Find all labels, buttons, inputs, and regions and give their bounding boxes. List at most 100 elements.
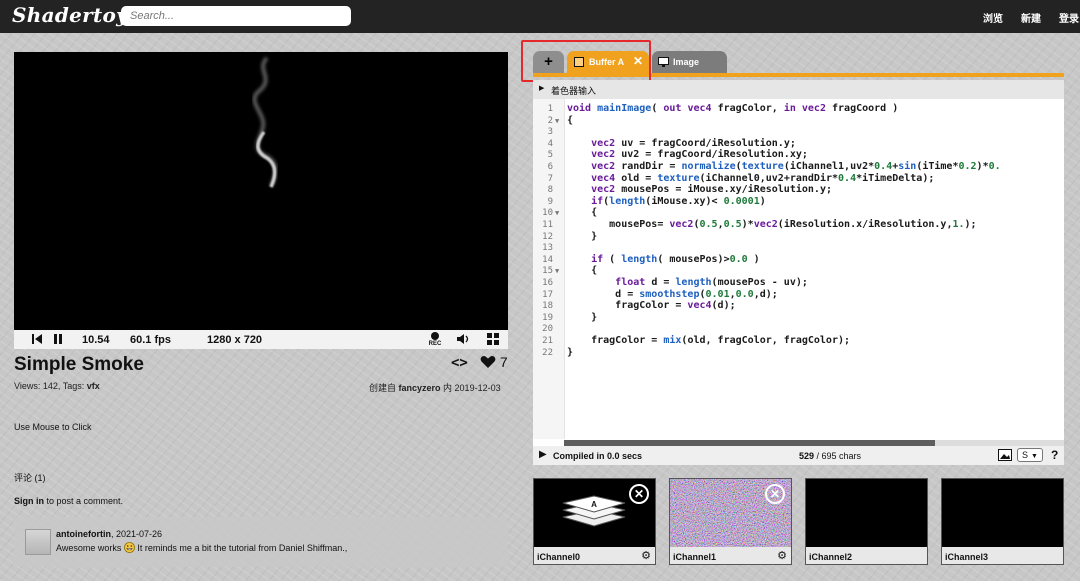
code-line[interactable]: 14 if ( length( mousePos)>0.0 ) bbox=[533, 254, 1064, 266]
tag-link[interactable]: vfx bbox=[87, 381, 100, 391]
compile-status: Compiled in 0.0 secs bbox=[553, 451, 643, 461]
channel-1[interactable]: ✕ iChannel1 ⚙ bbox=[669, 478, 792, 565]
logo[interactable]: Shadertoy bbox=[12, 3, 128, 27]
font-size-select[interactable]: S ▼ bbox=[1017, 448, 1043, 462]
code-text: { bbox=[567, 207, 598, 219]
code-line[interactable]: 11 mousePos= vec2(0.5,0.5)*vec2(iResolut… bbox=[533, 219, 1064, 231]
gear-icon[interactable]: ⚙ bbox=[777, 549, 787, 562]
fold-arrow-icon[interactable]: ▼ bbox=[555, 115, 559, 127]
shader-inputs-label: 着色器输入 bbox=[551, 86, 597, 96]
fullscreen-icon[interactable] bbox=[487, 333, 499, 345]
comment-meta: antoinefortin, 2021-07-26 bbox=[56, 529, 162, 539]
line-number: 19 bbox=[542, 312, 553, 323]
close-channel-0-icon[interactable]: ✕ bbox=[629, 484, 649, 504]
code-text: fragColor = mix(old, fragColor, fragColo… bbox=[591, 335, 851, 346]
channel-2[interactable]: iChannel2 bbox=[805, 478, 928, 565]
code-line[interactable]: 18 fragColor = vec4(d); bbox=[533, 300, 1064, 312]
code-text: if(length(iMouse.xy)< 0.0001) bbox=[591, 195, 766, 207]
author-link[interactable]: fancyzero bbox=[399, 383, 441, 393]
comment-user[interactable]: antoinefortin bbox=[56, 529, 111, 539]
code-line[interactable]: 12 } bbox=[533, 231, 1064, 243]
code-text: { bbox=[567, 114, 574, 126]
grin-emoji-icon bbox=[123, 542, 135, 555]
time-display: 10.54 bbox=[82, 334, 110, 346]
search-input[interactable] bbox=[121, 6, 351, 26]
line-number: 22 bbox=[542, 347, 553, 358]
gear-icon[interactable]: ⚙ bbox=[641, 549, 651, 562]
code-line[interactable]: 1 void mainImage( out vec4 fragColor, in … bbox=[533, 103, 1064, 115]
code-line[interactable]: 9 if(length(iMouse.xy)< 0.0001) bbox=[533, 196, 1064, 208]
nav-signin[interactable]: 登录 bbox=[1059, 10, 1079, 25]
char-count: 529 / 695 chars bbox=[799, 451, 861, 461]
code-icon[interactable]: <> bbox=[451, 355, 468, 371]
code-text: if ( length( mousePos)>0.0 ) bbox=[591, 253, 760, 265]
code-line[interactable]: 4 vec2 uv = fragCoord/iResolution.y; bbox=[533, 138, 1064, 150]
fps-display: 60.1 fps bbox=[130, 334, 171, 346]
nav-browse[interactable]: 浏览 bbox=[983, 10, 1003, 25]
line-number: 6 bbox=[547, 162, 553, 172]
tab-image[interactable]: Image bbox=[652, 51, 727, 74]
code-line[interactable]: 20 bbox=[533, 323, 1064, 335]
record-button[interactable]: REC bbox=[427, 331, 443, 347]
shader-meta: Views: 142, Tags: vfx bbox=[14, 381, 100, 391]
close-channel-1-icon[interactable]: ✕ bbox=[765, 484, 785, 504]
line-number: 12 bbox=[542, 231, 553, 242]
char-count-value: 529 bbox=[799, 451, 815, 461]
code-editor[interactable]: 1 void mainImage( out vec4 fragColor, in … bbox=[533, 99, 1064, 446]
likes[interactable]: 7 bbox=[480, 354, 508, 370]
comment-date: , 2021-07-26 bbox=[111, 529, 163, 539]
code-line[interactable]: 10 ▼ { bbox=[533, 207, 1064, 219]
shader-canvas[interactable] bbox=[14, 52, 508, 330]
pause-icon[interactable] bbox=[52, 333, 64, 345]
compile-play-icon[interactable]: ▶ bbox=[539, 449, 547, 460]
code-text: vec4 old = texture(iChannel0,uv2+randDir… bbox=[591, 172, 935, 184]
code-text: mousePos= vec2(0.5,0.5)*vec2(iResolution… bbox=[609, 219, 977, 230]
volume-icon[interactable] bbox=[456, 333, 470, 345]
comment-text: Awesome works It reminds me a bit the tu… bbox=[56, 542, 347, 555]
channel-2-label: iChannel2 bbox=[806, 547, 927, 564]
channel-3[interactable]: iChannel3 bbox=[941, 478, 1064, 565]
created-prefix: 创建自 bbox=[369, 383, 399, 393]
char-count-total: / 695 chars bbox=[814, 451, 862, 461]
fold-arrow-icon[interactable]: ▼ bbox=[555, 207, 559, 219]
code-line[interactable]: 22} bbox=[533, 347, 1064, 359]
code-line[interactable]: 19 } bbox=[533, 312, 1064, 324]
help-button[interactable]: ? bbox=[1051, 448, 1058, 462]
code-text: } bbox=[567, 311, 598, 323]
expand-triangle-icon: ▶ bbox=[539, 85, 545, 92]
signin-link[interactable]: Sign in bbox=[14, 496, 44, 506]
line-number: 3 bbox=[547, 127, 553, 138]
channel-0[interactable]: A ✕ iChannel0 ⚙ bbox=[533, 478, 656, 565]
line-number: 16 bbox=[542, 278, 553, 288]
shader-title: Simple Smoke bbox=[14, 354, 144, 375]
code-line[interactable]: 8 vec2 mousePos = iMouse.xy/iResolution.… bbox=[533, 184, 1064, 196]
nav-new[interactable]: 新建 bbox=[1021, 10, 1041, 25]
created-date: 内 2019-12-03 bbox=[440, 383, 501, 393]
chevron-down-icon: ▼ bbox=[1031, 453, 1038, 460]
line-number: 20 bbox=[542, 324, 553, 335]
line-number: 4 bbox=[547, 138, 553, 149]
code-line[interactable]: 7 vec4 old = texture(iChannel0,uv2+randD… bbox=[533, 173, 1064, 185]
code-line[interactable]: 13 bbox=[533, 242, 1064, 254]
code-line[interactable]: 15 ▼ { bbox=[533, 265, 1064, 277]
code-line[interactable]: 21 fragColor = mix(old, fragColor, fragC… bbox=[533, 335, 1064, 347]
heart-icon bbox=[480, 355, 496, 368]
player-controls: 10.54 60.1 fps 1280 x 720 REC bbox=[14, 330, 508, 349]
line-number: 15 bbox=[542, 266, 553, 277]
code-line[interactable]: 17 d = smoothstep(0.01,0.0,d); bbox=[533, 289, 1064, 301]
code-line[interactable]: 2 ▼ { bbox=[533, 115, 1064, 127]
code-text: } bbox=[567, 230, 598, 242]
shader-inputs-toggle[interactable]: ▶ 着色器输入 bbox=[533, 80, 1064, 99]
comment-item: antoinefortin, 2021-07-26 Awesome works … bbox=[14, 517, 508, 567]
code-line[interactable]: 5 vec2 uv2 = fragCoord/iResolution.xy; bbox=[533, 149, 1064, 161]
line-number: 13 bbox=[542, 243, 553, 254]
avatar[interactable] bbox=[25, 529, 51, 555]
code-line[interactable]: 3 bbox=[533, 126, 1064, 138]
fold-arrow-icon[interactable]: ▼ bbox=[555, 265, 559, 277]
code-line[interactable]: 6 vec2 randDir = normalize(texture(iChan… bbox=[533, 161, 1064, 173]
code-line[interactable]: 16 float d = length(mousePos - uv); bbox=[533, 277, 1064, 289]
channel-2-name: iChannel2 bbox=[809, 552, 853, 562]
image-icon[interactable] bbox=[998, 449, 1012, 463]
rewind-icon[interactable] bbox=[31, 333, 43, 345]
annotation-highlight-box bbox=[521, 40, 651, 82]
